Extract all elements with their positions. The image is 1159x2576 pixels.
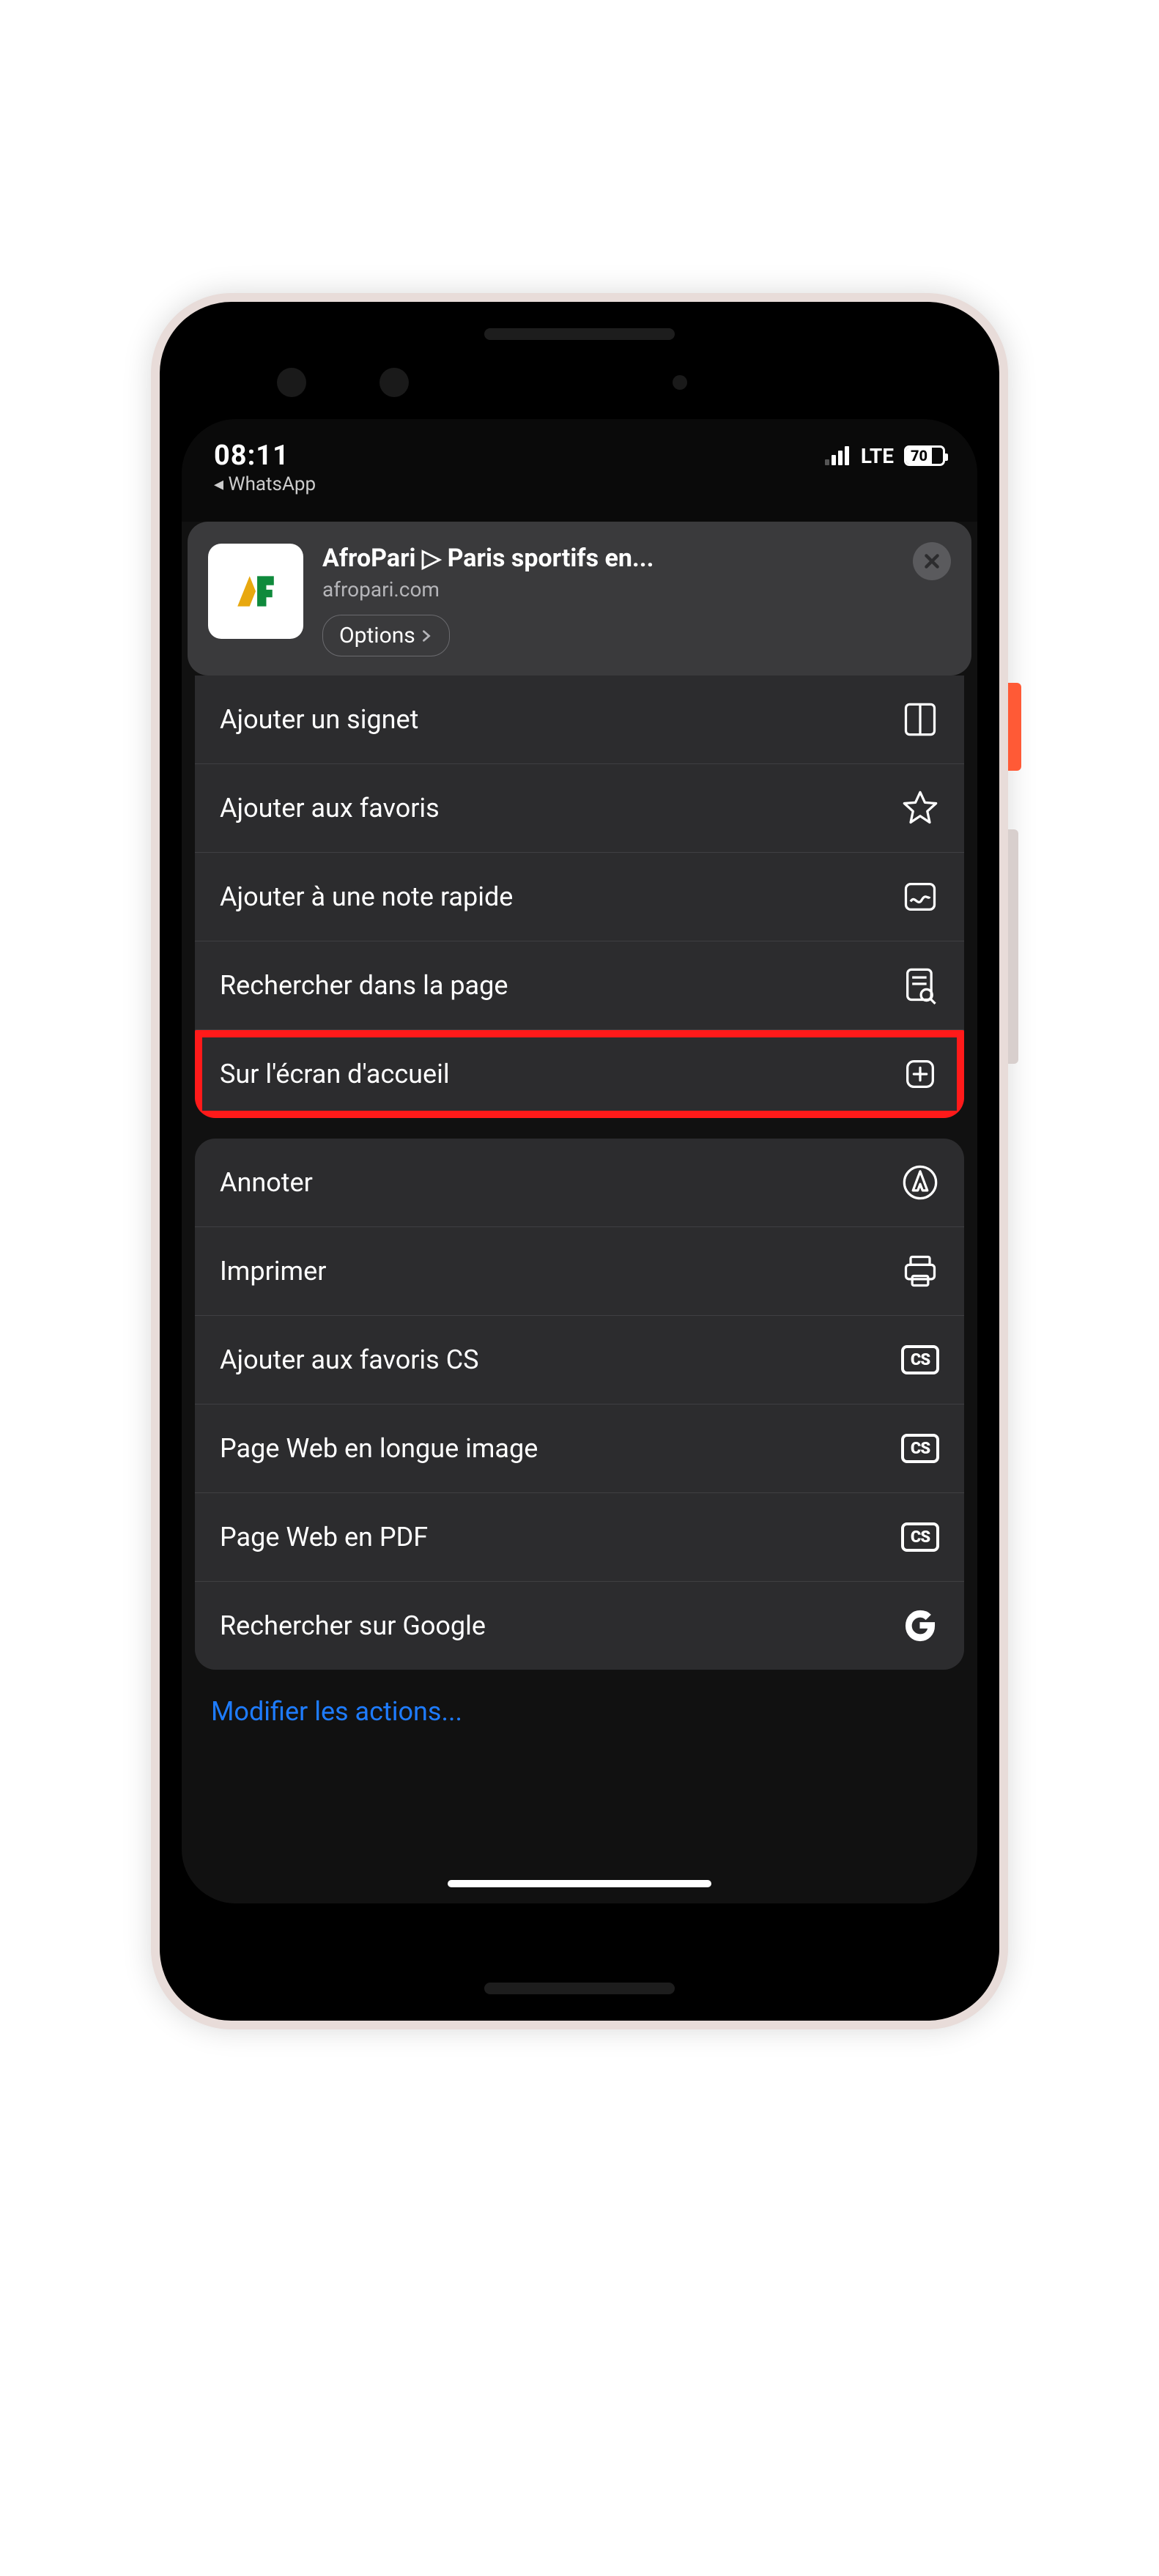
menu-label: Ajouter à une note rapide — [220, 881, 513, 912]
note-icon — [901, 878, 939, 916]
share-sheet: AfroPari ▷ Paris sportifs en... afropari… — [182, 522, 977, 1903]
print-icon — [901, 1252, 939, 1290]
phone-volume-button — [1008, 829, 1018, 1064]
google-icon — [901, 1607, 939, 1645]
status-bar: 08:11 LTE 70 — [182, 419, 977, 473]
home-indicator[interactable] — [448, 1880, 711, 1887]
phone-sensor-dot — [673, 375, 687, 390]
network-label: LTE — [861, 444, 894, 468]
phone-earpiece — [484, 328, 675, 340]
phone-power-button — [1008, 683, 1021, 771]
sheet-header: AfroPari ▷ Paris sportifs en... afropari… — [188, 522, 971, 676]
chevron-right-icon — [420, 629, 433, 643]
menu-label: Rechercher sur Google — [220, 1610, 486, 1641]
menu-label: Rechercher dans la page — [220, 970, 508, 1001]
menu-label: Page Web en longue image — [220, 1433, 538, 1464]
options-button[interactable]: Options — [322, 615, 450, 656]
menu-cs-long-image[interactable]: Page Web en longue image CS — [195, 1404, 964, 1492]
menu-add-favorite[interactable]: Ajouter aux favoris — [195, 763, 964, 852]
status-right: LTE 70 — [825, 444, 945, 468]
menu-group-primary: Ajouter un signet Ajouter aux favoris Aj… — [195, 676, 964, 1118]
battery-icon: 70 — [904, 445, 945, 466]
battery-percent: 70 — [906, 448, 932, 464]
phone-camera — [379, 368, 409, 397]
phone-camera — [277, 368, 306, 397]
menu-label: Page Web en PDF — [220, 1522, 428, 1552]
phone-frame: 08:11 LTE 70 ◂ WhatsApp AfroPari ▷ Paris… — [151, 293, 1008, 2029]
menu-add-to-home-screen[interactable]: Sur l'écran d'accueil — [195, 1029, 964, 1118]
status-time: 08:11 — [214, 440, 289, 472]
menu-cs-pdf[interactable]: Page Web en PDF CS — [195, 1492, 964, 1581]
status-back-app[interactable]: ◂ WhatsApp — [182, 473, 977, 503]
menu-label: Ajouter aux favoris — [220, 793, 440, 823]
menu-label: Imprimer — [220, 1256, 326, 1287]
cs-icon: CS — [901, 1518, 939, 1556]
phone-speaker — [484, 1983, 675, 1994]
edit-actions-link[interactable]: Modifier les actions... — [182, 1670, 977, 1742]
menu-cs-favorite[interactable]: Ajouter aux favoris CS CS — [195, 1315, 964, 1404]
menu-add-quick-note[interactable]: Ajouter à une note rapide — [195, 852, 964, 941]
site-favicon — [208, 544, 303, 639]
options-label: Options — [339, 623, 415, 648]
menu-markup[interactable]: Annoter — [195, 1139, 964, 1226]
menu-google-search[interactable]: Rechercher sur Google — [195, 1581, 964, 1670]
close-button[interactable] — [913, 542, 951, 580]
sheet-title: AfroPari ▷ Paris sportifs en... — [322, 544, 951, 573]
phone-screen: 08:11 LTE 70 ◂ WhatsApp AfroPari ▷ Paris… — [182, 419, 977, 1903]
menu-label: Ajouter un signet — [220, 704, 418, 735]
book-icon — [901, 700, 939, 739]
menu-print[interactable]: Imprimer — [195, 1226, 964, 1315]
star-icon — [901, 789, 939, 827]
cs-icon: CS — [901, 1341, 939, 1379]
menu-find-on-page[interactable]: Rechercher dans la page — [195, 941, 964, 1029]
cs-icon: CS — [901, 1429, 939, 1467]
find-on-page-icon — [901, 966, 939, 1004]
menu-label: Annoter — [220, 1167, 313, 1198]
sheet-url: afropari.com — [322, 577, 951, 602]
signal-icon — [825, 446, 849, 465]
menu-label: Ajouter aux favoris CS — [220, 1344, 479, 1375]
close-icon — [922, 552, 941, 571]
menu-group-secondary: Annoter Imprimer Ajouter aux favoris CS … — [195, 1139, 964, 1670]
add-to-home-icon — [901, 1055, 939, 1093]
menu-label: Sur l'écran d'accueil — [220, 1059, 450, 1089]
menu-add-bookmark[interactable]: Ajouter un signet — [195, 676, 964, 763]
markup-icon — [901, 1163, 939, 1202]
